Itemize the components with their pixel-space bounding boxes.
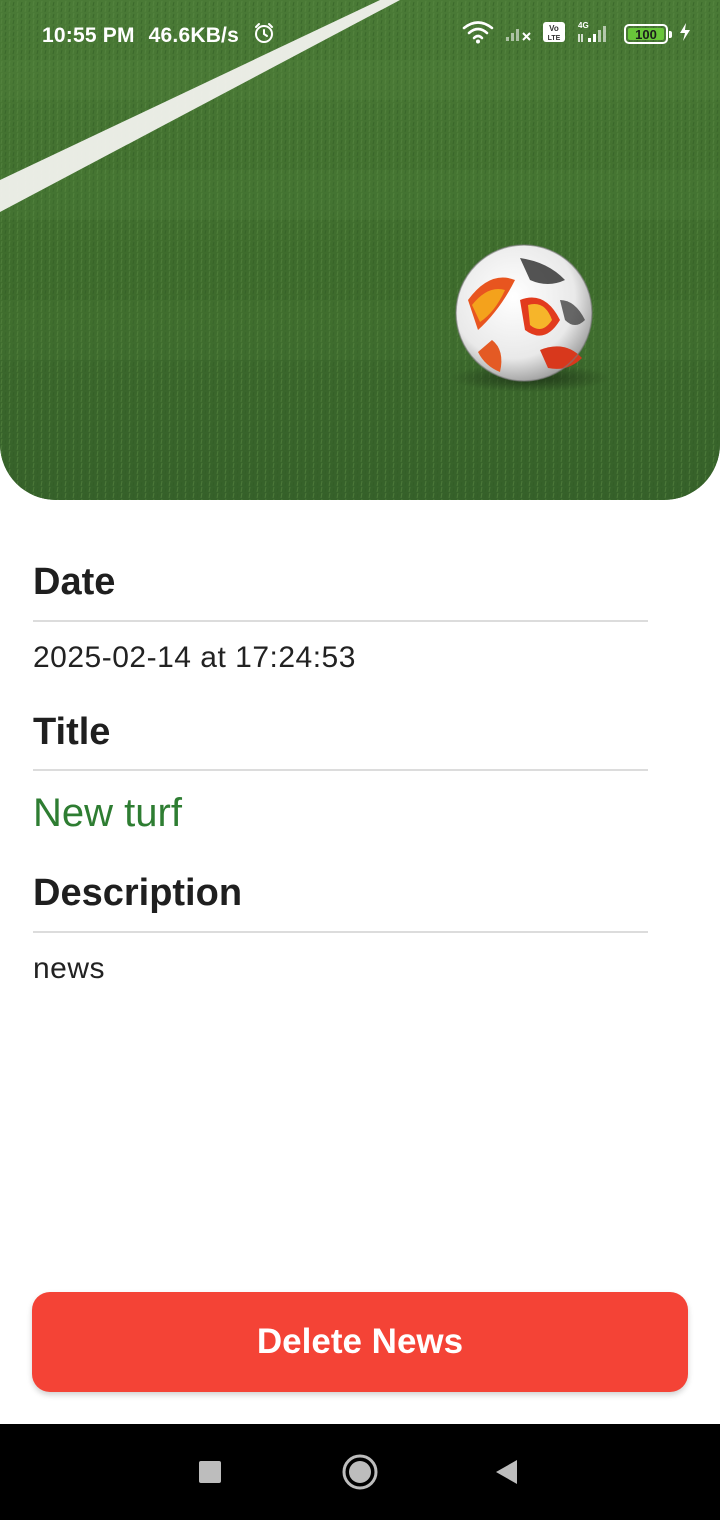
status-left: 10:55 PM 46.6KB/s: [42, 22, 275, 50]
description-section: Description news: [33, 871, 648, 987]
news-details: Date 2025-02-14 at 17:24:53 Title New tu…: [33, 560, 648, 1021]
status-network-speed: 46.6KB/s: [148, 24, 239, 47]
date-label: Date: [33, 561, 116, 603]
soccer-turf-image: [0, 0, 720, 500]
status-right: Vo LTE 4G 100: [462, 20, 692, 48]
svg-text:LTE: LTE: [548, 35, 561, 42]
home-button[interactable]: [340, 1452, 380, 1492]
title-value: New turf: [33, 791, 182, 836]
hero-image: [0, 0, 720, 500]
delete-news-button[interactable]: Delete News: [32, 1292, 688, 1392]
square-icon: [199, 1461, 221, 1483]
alarm-icon: [253, 22, 275, 50]
svg-text:Vo: Vo: [549, 24, 559, 33]
volte-icon: Vo LTE: [542, 21, 566, 47]
svg-text:4G: 4G: [578, 21, 589, 30]
triangle-back-icon: [496, 1460, 517, 1484]
system-navigation-bar: [0, 1424, 720, 1520]
soccer-ball-icon: [455, 244, 593, 382]
title-label: Title: [33, 710, 111, 753]
signal-4g-icon: 4G: [576, 20, 614, 48]
title-section: Title New turf: [33, 710, 648, 838]
recents-button[interactable]: [190, 1452, 230, 1492]
status-time: 10:55 PM: [42, 24, 135, 47]
date-divider: [33, 619, 648, 622]
description-value: news: [33, 951, 106, 985]
description-label: Description: [33, 872, 243, 915]
battery-level: 100: [635, 26, 657, 42]
description-divider: [33, 930, 648, 933]
status-bar: 10:55 PM 46.6KB/s Vo LTE 4G 100: [0, 0, 720, 70]
signal-no-service-icon: [504, 21, 532, 47]
date-section: Date 2025-02-14 at 17:24:53: [33, 560, 648, 676]
charging-icon: [678, 22, 692, 46]
date-value: 2025-02-14 at 17:24:53: [33, 640, 356, 674]
circle-icon: [342, 1454, 378, 1490]
title-divider: [33, 769, 648, 772]
delete-news-label: Delete News: [256, 1322, 464, 1361]
back-button[interactable]: [486, 1452, 526, 1492]
battery-icon: 100: [624, 24, 672, 44]
news-detail-screen: 10:55 PM 46.6KB/s Vo LTE 4G 100 Date 202…: [0, 0, 720, 1520]
wifi-icon: [462, 20, 494, 48]
